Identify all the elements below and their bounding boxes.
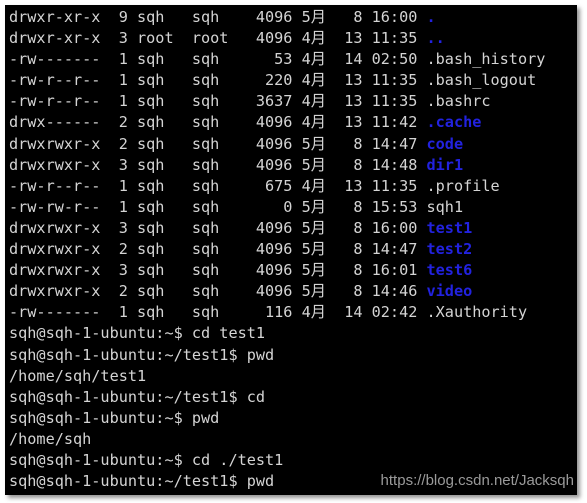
file-listing-metadata: drwxrwxr-x 3 sqh sqh 4096 5月 8 16:01 bbox=[9, 261, 427, 280]
file-listing-row: -rw-r--r-- 1 sqh sqh 3637 4月 13 11:35 .b… bbox=[9, 91, 577, 112]
file-listing-metadata: -rw-rw-r-- 1 sqh sqh 0 5月 8 15:53 bbox=[9, 197, 427, 216]
directory-name: code bbox=[426, 134, 464, 153]
shell-command: pwd bbox=[191, 408, 220, 427]
shell-prompt: sqh@sqh-1-ubuntu:~/test1$ bbox=[9, 472, 247, 491]
command-output-text: /home/sqh bbox=[9, 429, 92, 448]
file-listing-row: drwxrwxr-x 2 sqh sqh 4096 5月 8 14:46 vid… bbox=[9, 281, 577, 302]
directory-name: test1 bbox=[426, 218, 473, 237]
watermark-text: https://blog.csdn.net/Jacksqh bbox=[380, 472, 574, 489]
file-listing-metadata: -rw-r--r-- 1 sqh sqh 675 4月 13 11:35 bbox=[9, 176, 427, 195]
command-line: sqh@sqh-1-ubuntu:~$ pwd bbox=[9, 408, 577, 429]
terminal-output-area[interactable]: drwxr-xr-x 9 sqh sqh 4096 5月 8 16:00 . dr… bbox=[9, 7, 577, 495]
file-name: .bash_history bbox=[426, 50, 546, 69]
shell-prompt: sqh@sqh-1-ubuntu:~$ bbox=[9, 408, 192, 427]
directory-name: dir1 bbox=[426, 155, 464, 174]
file-listing-row: drwxr-xr-x 3 root root 4096 4月 13 11:35 … bbox=[9, 28, 577, 49]
directory-name: test6 bbox=[426, 261, 473, 280]
file-listing-metadata: drwxrwxr-x 3 sqh sqh 4096 5月 8 14:48 bbox=[9, 155, 427, 174]
file-listing-metadata: -rw------- 1 sqh sqh 116 4月 14 02:42 bbox=[9, 303, 427, 322]
file-listing-row: drwxrwxr-x 3 sqh sqh 4096 5月 8 16:01 tes… bbox=[9, 260, 577, 281]
file-listing-metadata: drwxrwxr-x 2 sqh sqh 4096 5月 8 14:46 bbox=[9, 282, 427, 301]
file-listing-metadata: drwxrwxr-x 2 sqh sqh 4096 5月 8 14:47 bbox=[9, 134, 427, 153]
file-listing-row: -rw-rw-r-- 1 sqh sqh 0 5月 8 15:53 sqh1 bbox=[9, 197, 577, 218]
command-output-text: /home/sqh/test1 bbox=[9, 493, 146, 495]
shell-prompt: sqh@sqh-1-ubuntu:~/test1$ bbox=[9, 387, 247, 406]
file-listing-metadata: drwxr-xr-x 9 sqh sqh 4096 5月 8 16:00 bbox=[9, 8, 427, 26]
screenshot-root: drwxr-xr-x 9 sqh sqh 4096 5月 8 16:00 . dr… bbox=[0, 0, 587, 503]
file-listing-row: drwxrwxr-x 2 sqh sqh 4096 5月 8 14:47 cod… bbox=[9, 134, 577, 155]
directory-name: test2 bbox=[426, 240, 473, 259]
file-listing-row: -rw------- 1 sqh sqh 116 4月 14 02:42 .Xa… bbox=[9, 302, 577, 323]
file-name: sqh1 bbox=[426, 197, 464, 216]
file-listing-metadata: drwxr-xr-x 3 root root 4096 4月 13 11:35 bbox=[9, 29, 427, 48]
directory-name: video bbox=[426, 282, 473, 301]
file-listing-metadata: drwxrwxr-x 3 sqh sqh 4096 5月 8 16:00 bbox=[9, 218, 427, 237]
terminal-window[interactable]: drwxr-xr-x 9 sqh sqh 4096 5月 8 16:00 . dr… bbox=[5, 5, 577, 495]
shell-prompt: sqh@sqh-1-ubuntu:~$ bbox=[9, 450, 192, 469]
file-listing-row: drwxr-xr-x 9 sqh sqh 4096 5月 8 16:00 . bbox=[9, 7, 577, 28]
shell-command: cd ./test1 bbox=[191, 450, 284, 469]
file-listing-row: drwxrwxr-x 2 sqh sqh 4096 5月 8 14:47 tes… bbox=[9, 239, 577, 260]
file-name: .bashrc bbox=[426, 92, 491, 111]
command-line: sqh@sqh-1-ubuntu:~/test1$ cd bbox=[9, 387, 577, 408]
command-line: sqh@sqh-1-ubuntu:~$ cd ./test1 bbox=[9, 450, 577, 471]
file-name: .Xauthority bbox=[426, 303, 528, 322]
file-listing-row: drwxrwxr-x 3 sqh sqh 4096 5月 8 14:48 dir… bbox=[9, 155, 577, 176]
directory-name: . bbox=[426, 8, 436, 26]
shell-command: pwd bbox=[246, 472, 275, 491]
file-listing-metadata: drwxrwxr-x 2 sqh sqh 4096 5月 8 14:47 bbox=[9, 240, 427, 259]
file-listing-row: -rw------- 1 sqh sqh 53 4月 14 02:50 .bas… bbox=[9, 49, 577, 70]
file-listing-metadata: -rw-r--r-- 1 sqh sqh 220 4月 13 11:35 bbox=[9, 71, 427, 90]
shell-command: cd bbox=[246, 387, 266, 406]
file-name: .profile bbox=[426, 176, 500, 195]
shell-prompt: sqh@sqh-1-ubuntu:~$ bbox=[9, 324, 192, 343]
command-output-text: /home/sqh/test1 bbox=[9, 366, 147, 385]
file-listing-metadata: drwx------ 2 sqh sqh 4096 4月 13 11:42 bbox=[9, 113, 427, 132]
command-output: /home/sqh/test1 bbox=[9, 492, 577, 495]
command-output: /home/sqh bbox=[9, 429, 577, 450]
file-listing-metadata: -rw------- 1 sqh sqh 53 4月 14 02:50 bbox=[9, 50, 427, 69]
file-listing-row: drwxrwxr-x 3 sqh sqh 4096 5月 8 16:00 tes… bbox=[9, 218, 577, 239]
file-listing-row: drwx------ 2 sqh sqh 4096 4月 13 11:42 .c… bbox=[9, 112, 577, 133]
command-line: sqh@sqh-1-ubuntu:~/test1$ pwd bbox=[9, 345, 577, 366]
shell-command: pwd bbox=[246, 345, 275, 364]
file-listing-row: -rw-r--r-- 1 sqh sqh 675 4月 13 11:35 .pr… bbox=[9, 176, 577, 197]
shell-prompt: sqh@sqh-1-ubuntu:~/test1$ bbox=[9, 345, 247, 364]
command-line: sqh@sqh-1-ubuntu:~$ cd test1 bbox=[9, 323, 577, 344]
file-listing-metadata: -rw-r--r-- 1 sqh sqh 3637 4月 13 11:35 bbox=[9, 92, 427, 111]
directory-name: .. bbox=[426, 29, 445, 48]
directory-name: .cache bbox=[426, 113, 482, 132]
file-name: .bash_logout bbox=[426, 71, 537, 90]
shell-command: cd test1 bbox=[191, 324, 266, 343]
file-listing-row: -rw-r--r-- 1 sqh sqh 220 4月 13 11:35 .ba… bbox=[9, 70, 577, 91]
command-output: /home/sqh/test1 bbox=[9, 366, 577, 387]
